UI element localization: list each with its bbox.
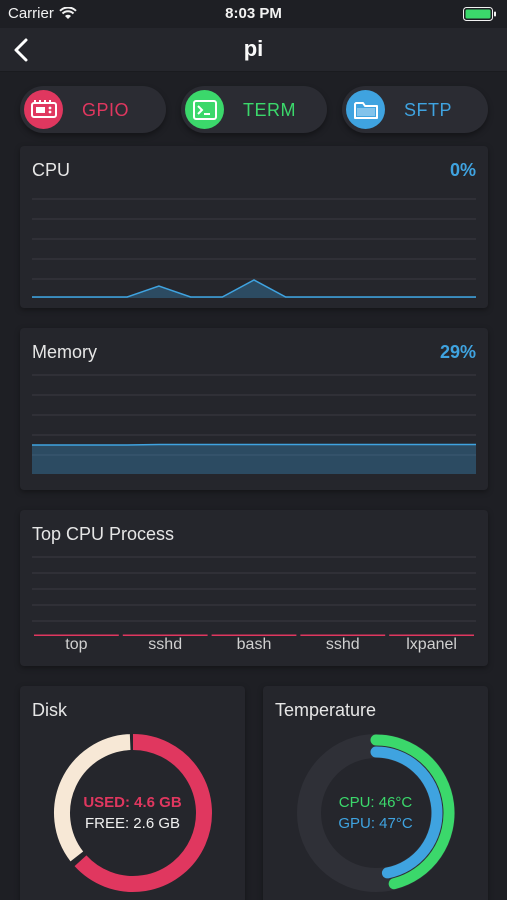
process-label: top — [65, 636, 88, 653]
disk-free-text: FREE: 2.6 GB — [84, 815, 181, 832]
term-button[interactable]: TERM — [181, 86, 327, 133]
disk-used-arc — [74, 734, 212, 892]
temperature-card: Temperature CPU: 46°C GPU: 47°C — [263, 686, 488, 900]
process-label: sshd — [325, 636, 360, 653]
battery-icon — [463, 7, 496, 21]
cpu-percentage: 0% — [449, 160, 476, 180]
cpu-card: CPU 0% — [20, 146, 488, 308]
memory-percentage: 29% — [439, 342, 476, 362]
memory-chart — [32, 374, 476, 474]
gpio-board-icon — [24, 90, 63, 129]
process-label: bash — [236, 636, 272, 653]
gpu-temp-text: GPU: 47°C — [338, 815, 413, 832]
process-label: lxpanel — [406, 636, 457, 653]
clock: 8:03 PM — [225, 5, 282, 22]
cpu-chart — [32, 198, 476, 298]
page-title: pi — [243, 36, 264, 61]
disk-card: Disk USED: 4.6 GB FREE: 2.6 GB — [20, 686, 245, 900]
memory-title: Memory — [32, 342, 98, 362]
gpio-label: GPIO — [82, 100, 130, 120]
gpio-button[interactable]: GPIO — [20, 86, 166, 133]
top-process-card: Top CPU Process top sshd bash sshd lxpan… — [20, 510, 488, 666]
memory-card: Memory 29% — [20, 328, 488, 490]
process-labels: top sshd bash sshd lxpanel — [32, 636, 476, 654]
top-process-title: Top CPU Process — [32, 524, 175, 544]
series-area — [32, 444, 476, 474]
temperature-gauge — [297, 734, 455, 892]
temperature-title: Temperature — [275, 700, 377, 720]
folder-icon — [346, 90, 385, 129]
status-bar: Carrier 8:03 PM — [0, 0, 507, 28]
sftp-label: SFTP — [404, 100, 453, 120]
terminal-icon — [185, 90, 224, 129]
term-label: TERM — [243, 100, 296, 120]
top-process-chart — [32, 556, 476, 636]
disk-used-text: USED: 4.6 GB — [83, 794, 182, 811]
cpu-temp-text: CPU: 46°C — [338, 794, 413, 811]
cpu-title: CPU — [32, 160, 71, 180]
disk-donut-chart — [54, 734, 212, 892]
series-area — [32, 280, 476, 298]
process-label: sshd — [148, 636, 183, 653]
disk-title: Disk — [32, 700, 67, 720]
series-line — [32, 443, 476, 446]
sftp-button[interactable]: SFTP — [342, 86, 488, 133]
nav-bar: pi — [0, 28, 507, 72]
